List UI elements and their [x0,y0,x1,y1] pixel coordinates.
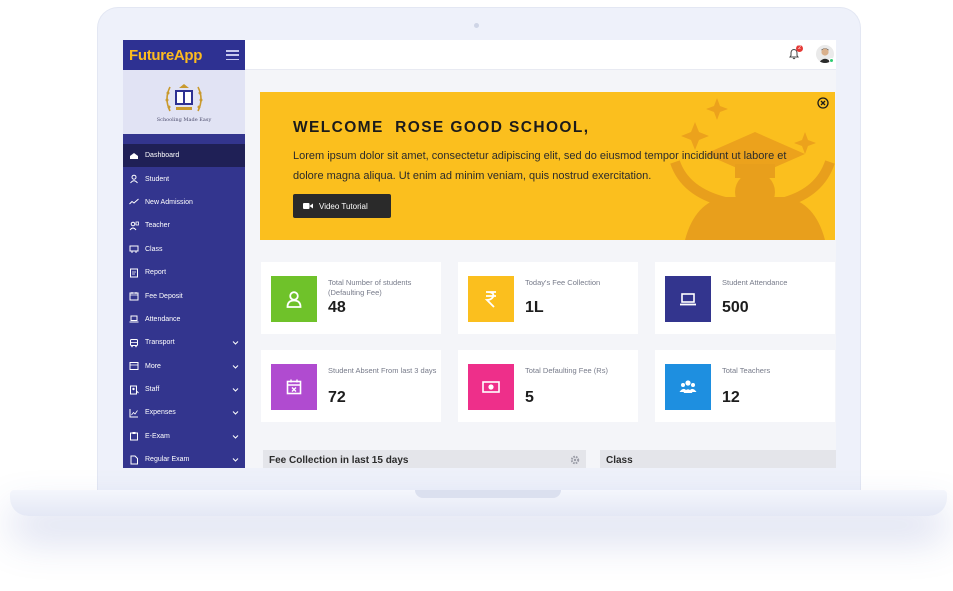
calendar-icon [129,291,139,301]
sidebar-item-label: More [145,362,161,370]
hamburger-menu-icon[interactable] [226,50,239,60]
money-icon [468,364,514,410]
stat-card[interactable]: Total Defaulting Fee (Rs) 5 [458,350,638,422]
stat-card[interactable]: Student Absent From last 3 days 72 [261,350,441,422]
chevron-down-icon [232,364,239,369]
chevron-down-icon [232,388,239,392]
stat-card[interactable]: Total Teachers 12 [655,350,835,422]
brand-logo[interactable]: FutureApp [129,47,202,64]
sidebar-item-label: Class [145,245,163,253]
class-panel-header: Class [600,450,836,468]
stat-card-label: Total Defaulting Fee (Rs) [525,366,608,375]
dashboard-icon [129,151,139,161]
sidebar-item-label: Dashboard [145,152,180,160]
laptop-icon [665,276,711,322]
stat-card-label: Student Absent From last 3 days [328,366,437,375]
sidebar-item-teacher[interactable]: Teacher [123,214,245,237]
trend-icon [129,197,139,207]
school-tagline: Schooling Made Easy [156,117,212,123]
laptop-icon [129,314,139,324]
group-icon [665,364,711,410]
chevron-down-icon [232,411,239,416]
sidebar-item-label: Attendance [145,315,181,323]
camera-dot [474,23,479,28]
fee-collection-title: Fee Collection in last 15 days [269,455,409,466]
bus-icon [129,338,139,348]
sidebar-item-regular-exam[interactable]: Regular Exam [123,448,245,468]
sidebar-item-new-admission[interactable]: New Admission [123,191,245,214]
teacher-icon [129,221,139,231]
sidebar-item-attendance[interactable]: Attendance [123,308,245,331]
user-icon [129,174,139,184]
video-tutorial-label: Video Tutorial [319,201,368,211]
stat-card-value: 72 [328,389,346,406]
stat-card-value: 500 [722,299,749,316]
report-icon [129,268,139,278]
video-camera-icon [303,203,313,209]
sidebar-item-label: Transport [145,339,175,347]
sidebar-item-expenses[interactable]: Expenses [123,401,245,424]
sidebar-nav: Dashboard Student New Admission Teacher Clas… [123,134,245,468]
laptop-notch [415,490,561,498]
stat-card-label: Today's Fee Collection [525,278,601,287]
notification-badge: 2 [796,45,803,52]
welcome-text: Lorem ipsum dolor sit amet, consectetur … [293,150,787,182]
sidebar-item-class[interactable]: Class [123,238,245,261]
sidebar-item-label: New Admission [145,198,193,206]
chevron-down-icon [232,435,239,439]
chevron-down-icon [232,341,239,346]
close-icon[interactable] [817,97,829,109]
stat-card-value: 48 [328,299,346,316]
chart-icon [129,408,139,418]
school-logo: Schooling Made Easy [123,70,245,134]
sidebar-item-e-exam[interactable]: E-Exam [123,425,245,448]
class-icon [129,244,139,254]
stat-card[interactable]: Total Number of students (Defaulting Fee… [261,262,441,334]
sidebar-item-label: Report [145,269,167,277]
stat-card[interactable]: Student Attendance 500 [655,262,835,334]
app-screen: FutureApp Schooling Made Easy Dashboard S… [123,40,836,468]
chevron-down-icon [232,458,239,462]
calendar-x-icon [271,364,317,410]
sidebar-item-label: Regular Exam [145,456,190,464]
sidebar-item-student[interactable]: Student [123,167,245,190]
stat-card-label: Student Attendance [722,278,788,287]
welcome-title: WELCOME ROSE GOOD SCHOOL, [293,119,590,136]
sidebar-item-report[interactable]: Report [123,261,245,284]
more-icon [129,361,139,371]
sidebar-item-label: Fee Deposit [145,292,183,300]
sidebar-item-transport[interactable]: Transport [123,331,245,354]
document-icon [129,455,139,465]
user-icon [271,276,317,322]
online-status-dot [829,58,834,63]
top-bar: 2 [245,40,836,70]
stat-card-label: Total Number of students (Defaulting Fee… [328,278,412,297]
sidebar-item-fee-deposit[interactable]: Fee Deposit [123,284,245,307]
welcome-banner: WELCOME ROSE GOOD SCHOOL, Lorem ipsum do… [260,92,835,240]
fee-collection-panel-header: Fee Collection in last 15 days [263,450,586,468]
gear-icon[interactable] [570,455,580,465]
stat-card-value: 5 [525,389,534,406]
staff-icon [129,385,139,395]
laptop-base [10,490,947,516]
sidebar: FutureApp Schooling Made Easy Dashboard S… [123,40,245,468]
sidebar-item-label: Student [145,175,170,183]
stat-card-value: 12 [722,389,740,406]
sidebar-item-label: Staff [145,386,160,394]
video-tutorial-button[interactable]: Video Tutorial [293,194,391,218]
sidebar-item-label: E-Exam [145,432,170,440]
sidebar-item-more[interactable]: More [123,355,245,378]
exam-icon [129,431,139,441]
school-crest-icon [165,84,203,112]
brand-bar: FutureApp [123,40,245,70]
sidebar-item-label: Teacher [145,222,170,230]
rupee-icon [468,276,514,322]
sidebar-item-dashboard[interactable]: Dashboard [123,144,245,168]
class-panel-title: Class [606,455,633,466]
stat-card[interactable]: Today's Fee Collection 1L [458,262,638,334]
stat-card-label: Total Teachers [722,366,771,375]
stat-card-value: 1L [525,299,544,316]
sidebar-item-label: Expenses [145,409,176,417]
sidebar-item-staff[interactable]: Staff [123,378,245,401]
